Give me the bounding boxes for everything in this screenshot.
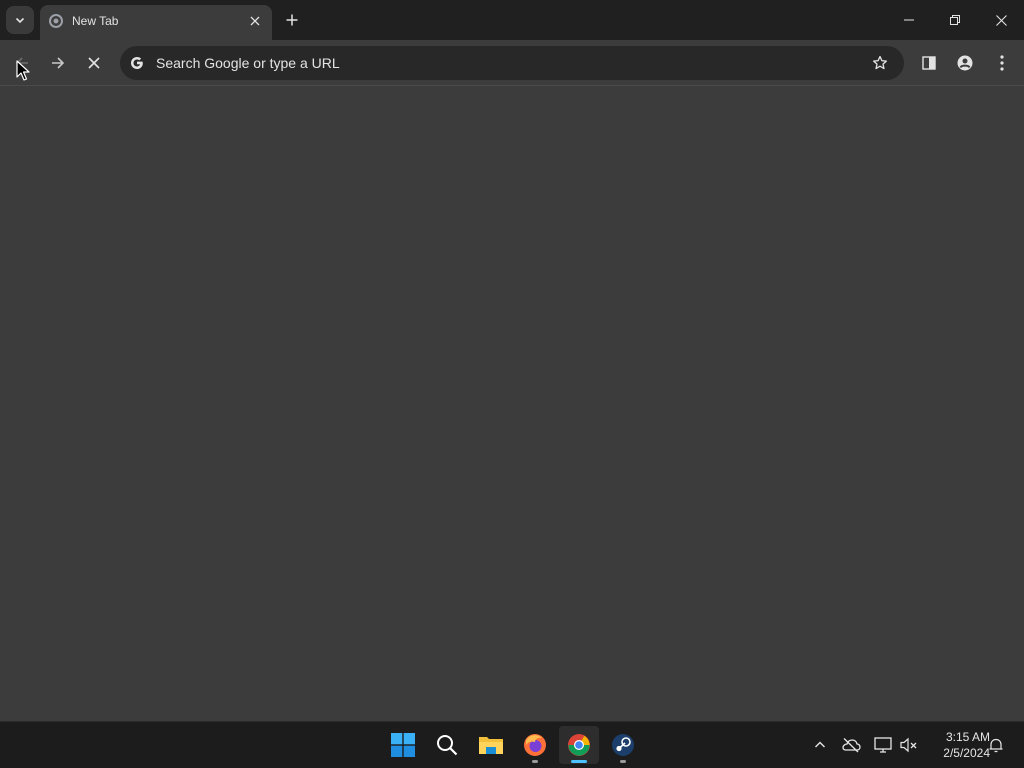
minimize-button[interactable] xyxy=(886,0,932,40)
bell-icon xyxy=(989,738,1003,753)
tab-title: New Tab xyxy=(72,14,119,28)
running-indicator xyxy=(620,760,626,763)
stop-icon xyxy=(88,57,100,69)
browser-titlebar: New Tab xyxy=(0,0,1024,40)
address-bar[interactable] xyxy=(120,46,904,80)
start-button[interactable] xyxy=(383,726,423,764)
side-panel-icon xyxy=(922,56,936,70)
steam-icon xyxy=(612,734,634,756)
mouse-cursor-icon xyxy=(16,60,30,81)
cloud-off-icon xyxy=(842,738,861,753)
taskbar-search-button[interactable] xyxy=(427,726,467,764)
onedrive-tray-icon[interactable] xyxy=(840,734,862,756)
minimize-icon xyxy=(904,19,914,21)
file-explorer-button[interactable] xyxy=(471,726,511,764)
new-tab-button[interactable] xyxy=(282,10,302,30)
network-icon xyxy=(874,737,892,753)
omnibox-input[interactable] xyxy=(156,54,856,72)
kebab-menu-icon xyxy=(1000,55,1004,71)
clock-date: 2/5/2024 xyxy=(943,746,990,760)
tab-new-tab[interactable]: New Tab xyxy=(40,5,272,40)
folder-icon xyxy=(479,737,503,754)
running-indicator xyxy=(571,760,587,763)
google-g-icon xyxy=(131,57,143,69)
profile-button[interactable] xyxy=(951,49,979,77)
chevron-up-icon xyxy=(815,741,825,748)
restore-button[interactable] xyxy=(932,0,978,40)
chrome-button[interactable] xyxy=(559,726,599,764)
side-panel-button[interactable] xyxy=(915,49,943,77)
steam-button[interactable] xyxy=(603,726,643,764)
forward-button[interactable] xyxy=(44,49,72,77)
tab-close-button[interactable] xyxy=(246,12,264,30)
notifications-button[interactable] xyxy=(985,734,1007,756)
show-hidden-icons-button[interactable] xyxy=(809,734,831,756)
tab-search-button[interactable] xyxy=(6,6,34,34)
restore-icon xyxy=(950,15,960,25)
close-window-button[interactable] xyxy=(978,0,1024,40)
firefox-button[interactable] xyxy=(515,726,555,764)
taskbar: 3:15 AM 2/5/2024 xyxy=(0,721,1024,768)
person-icon xyxy=(957,55,973,71)
firefox-icon xyxy=(524,734,546,756)
network-tray-icon[interactable] xyxy=(872,734,894,756)
running-indicator xyxy=(532,760,538,763)
arrow-right-icon xyxy=(52,57,65,69)
plus-icon xyxy=(286,14,298,26)
loading-icon xyxy=(49,14,63,28)
volume-muted-icon xyxy=(900,737,917,753)
clock-time: 3:15 AM xyxy=(945,730,990,744)
windows-logo-icon xyxy=(391,733,415,757)
volume-tray-icon[interactable] xyxy=(898,734,920,756)
close-icon xyxy=(250,16,260,26)
bookmark-button[interactable] xyxy=(870,53,890,73)
system-clock[interactable]: 3:15 AM 2/5/2024 xyxy=(922,729,990,761)
chevron-down-icon xyxy=(15,17,25,24)
menu-button[interactable] xyxy=(988,49,1016,77)
stop-button[interactable] xyxy=(80,49,108,77)
chrome-icon xyxy=(568,734,590,756)
close-icon xyxy=(995,14,1007,26)
star-icon xyxy=(872,55,888,70)
page-content[interactable] xyxy=(0,87,1024,721)
browser-toolbar xyxy=(0,40,1024,86)
search-icon xyxy=(437,735,458,756)
